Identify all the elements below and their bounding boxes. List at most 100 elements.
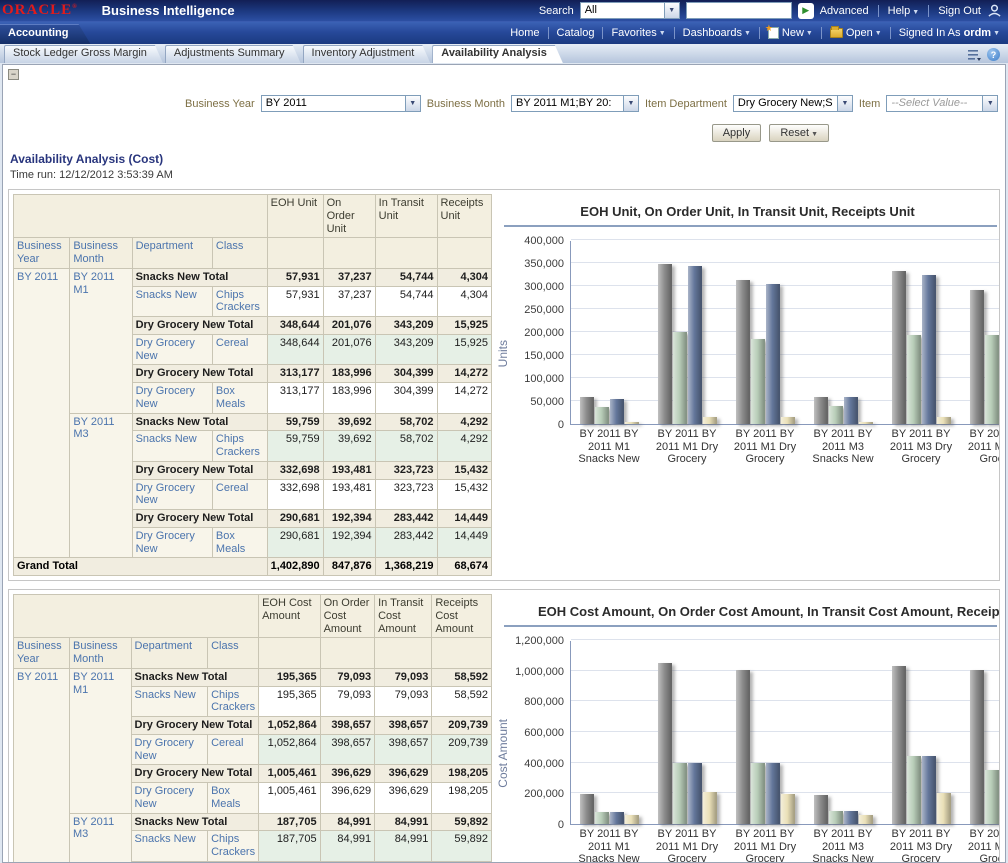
page-options-icon[interactable]	[968, 49, 982, 61]
reset-button[interactable]: Reset▼	[769, 124, 829, 142]
column-header-cell[interactable]: Department	[132, 238, 212, 269]
bar-in-transit-cost-amount[interactable]	[688, 763, 702, 824]
bar-in-transit-unit[interactable]	[688, 266, 702, 424]
nav-catalog[interactable]: Catalog	[557, 27, 595, 39]
dimension-link-cell[interactable]: BY 2011 M1	[70, 668, 132, 813]
bar-eoh-unit[interactable]	[658, 264, 672, 424]
dimension-link-cell[interactable]: Dry Grocery New	[132, 334, 212, 365]
dimension-link-cell[interactable]: BY 2011 M3	[70, 413, 132, 558]
bar-receipts-cost-amount[interactable]	[703, 792, 717, 824]
bar-on-order-unit[interactable]	[985, 335, 999, 424]
bar-receipts-cost-amount[interactable]	[625, 815, 639, 824]
dimension-link-cell[interactable]: BY 2011 M1	[70, 268, 132, 413]
tab-accounting[interactable]: Accounting	[0, 24, 91, 44]
dimension-link-cell[interactable]: BY 2011	[14, 668, 70, 863]
bar-eoh-cost-amount[interactable]	[814, 795, 828, 824]
apply-button[interactable]: Apply	[712, 124, 762, 142]
subtab-inventory-adjustment[interactable]: Inventory Adjustment	[303, 45, 431, 63]
column-header-cell[interactable]: Business Year	[14, 638, 70, 669]
dimension-link-cell[interactable]: BY 2011	[14, 268, 70, 558]
bar-eoh-unit[interactable]	[970, 290, 984, 424]
dimension-link-cell[interactable]: Snacks New	[132, 286, 212, 317]
bar-in-transit-cost-amount[interactable]	[766, 763, 780, 824]
dimension-link-cell[interactable]: Cereal	[212, 334, 267, 365]
bar-on-order-cost-amount[interactable]	[985, 770, 999, 824]
bar-receipts-unit[interactable]	[781, 417, 795, 424]
bar-in-transit-unit[interactable]	[766, 284, 780, 424]
bar-eoh-cost-amount[interactable]	[970, 670, 984, 824]
nav-dashboards[interactable]: Dashboards▼	[683, 27, 751, 39]
bar-on-order-unit[interactable]	[673, 332, 687, 424]
dimension-link-cell[interactable]: Box Meals	[212, 527, 267, 558]
search-scope-select[interactable]: All ▼	[580, 2, 680, 19]
bar-in-transit-cost-amount[interactable]	[922, 756, 936, 824]
dimension-link-cell[interactable]: Dry Grocery New	[131, 734, 208, 765]
bar-eoh-cost-amount[interactable]	[580, 794, 594, 824]
bar-receipts-cost-amount[interactable]	[937, 793, 951, 824]
bar-in-transit-cost-amount[interactable]	[844, 811, 858, 824]
column-header-cell[interactable]: Business Month	[70, 238, 132, 269]
bar-receipts-unit[interactable]	[625, 422, 639, 424]
bar-in-transit-unit[interactable]	[922, 275, 936, 424]
bar-eoh-cost-amount[interactable]	[658, 663, 672, 824]
subtab-adjustments-summary[interactable]: Adjustments Summary	[165, 45, 301, 63]
nav-favorites[interactable]: Favorites▼	[611, 27, 665, 39]
signed-in-menu[interactable]: Signed In As ordm▼	[899, 27, 1000, 39]
bar-receipts-cost-amount[interactable]	[859, 815, 873, 824]
dimension-link-cell[interactable]: Snacks New	[131, 686, 208, 717]
bar-receipts-unit[interactable]	[859, 422, 873, 424]
subtab-availability-analysis[interactable]: Availability Analysis	[432, 45, 563, 63]
bar-on-order-cost-amount[interactable]	[673, 763, 687, 824]
column-header-cell[interactable]: Business Year	[14, 238, 70, 269]
business-month-select[interactable]: BY 2011 M1;BY 20:▼	[511, 95, 639, 112]
bar-receipts-unit[interactable]	[937, 417, 951, 424]
business-year-select[interactable]: BY 2011▼	[261, 95, 421, 112]
bar-receipts-unit[interactable]	[703, 417, 717, 424]
nav-home[interactable]: Home	[510, 27, 539, 39]
dimension-link-cell[interactable]: Dry Grocery New	[131, 783, 208, 814]
dimension-link-cell[interactable]: Box Meals	[212, 383, 267, 414]
search-input[interactable]	[686, 2, 792, 19]
item-select[interactable]: --Select Value--▼	[886, 95, 998, 112]
bar-in-transit-cost-amount[interactable]	[610, 812, 624, 824]
bar-eoh-cost-amount[interactable]	[736, 670, 750, 824]
bar-on-order-unit[interactable]	[751, 339, 765, 424]
bar-eoh-cost-amount[interactable]	[892, 666, 906, 824]
dimension-link-cell[interactable]: Snacks New	[131, 831, 208, 862]
bar-on-order-cost-amount[interactable]	[829, 811, 843, 824]
bar-in-transit-unit[interactable]	[610, 399, 624, 424]
dimension-link-cell[interactable]: BY 2011 M3	[70, 813, 132, 863]
column-header-cell[interactable]: Business Month	[70, 638, 132, 669]
bar-eoh-unit[interactable]	[736, 280, 750, 424]
help-icon[interactable]: ?	[987, 48, 1000, 61]
dimension-link-cell[interactable]: Dry Grocery New	[132, 527, 212, 558]
bar-eoh-unit[interactable]	[580, 397, 594, 424]
dimension-link-cell[interactable]: Cereal	[212, 479, 267, 510]
bar-on-order-cost-amount[interactable]	[751, 763, 765, 824]
bar-on-order-cost-amount[interactable]	[907, 756, 921, 824]
column-header-cell[interactable]: Department	[131, 638, 208, 669]
dimension-link-cell[interactable]: Chips Crackers	[212, 286, 267, 317]
dimension-link-cell[interactable]: Box Meals	[208, 783, 259, 814]
bar-on-order-unit[interactable]	[829, 406, 843, 424]
bar-in-transit-unit[interactable]	[844, 397, 858, 424]
subtab-stock-ledger-gross-margin[interactable]: Stock Ledger Gross Margin	[4, 45, 163, 63]
dimension-link-cell[interactable]: Chips Crackers	[212, 431, 267, 462]
bar-on-order-unit[interactable]	[907, 335, 921, 424]
search-go-icon[interactable]: ▶	[798, 3, 814, 19]
bar-on-order-unit[interactable]	[595, 407, 609, 424]
dimension-link-cell[interactable]: Dry Grocery New	[132, 383, 212, 414]
sign-out-link[interactable]: Sign Out	[938, 5, 981, 17]
bar-eoh-unit[interactable]	[814, 397, 828, 424]
dimension-link-cell[interactable]: Snacks New	[132, 431, 212, 462]
item-department-select[interactable]: Dry Grocery New;S▼	[733, 95, 853, 112]
bar-eoh-unit[interactable]	[892, 271, 906, 424]
nav-new[interactable]: New▼	[768, 27, 813, 39]
nav-open[interactable]: Open▼	[830, 27, 882, 39]
dimension-link-cell[interactable]: Chips Crackers	[208, 831, 259, 862]
bar-on-order-cost-amount[interactable]	[595, 812, 609, 824]
dimension-link-cell[interactable]: Cereal	[208, 734, 259, 765]
column-header-cell[interactable]: Class	[212, 238, 267, 269]
advanced-link[interactable]: Advanced	[820, 5, 869, 17]
dimension-link-cell[interactable]: Dry Grocery New	[132, 479, 212, 510]
